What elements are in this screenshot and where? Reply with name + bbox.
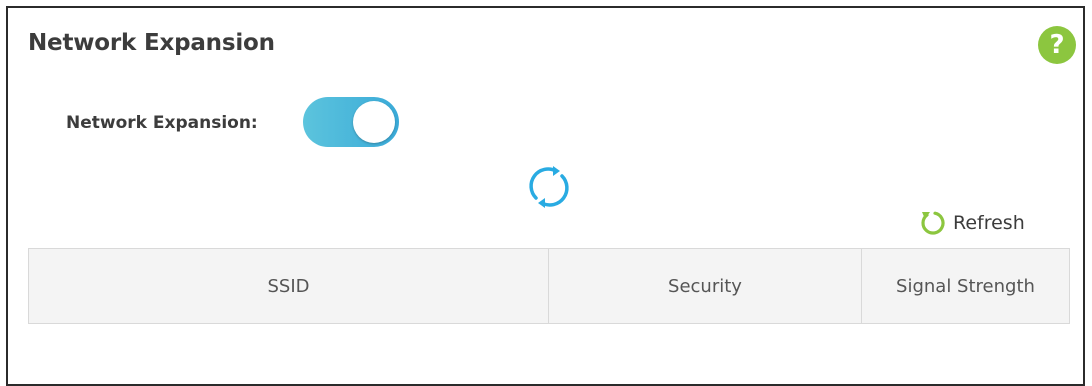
network-table-header: SSID Security Signal Strength — [28, 248, 1070, 324]
column-header-ssid[interactable]: SSID — [29, 249, 549, 323]
refresh-icon — [921, 211, 945, 235]
column-header-security[interactable]: Security — [549, 249, 862, 323]
question-mark-icon: ? — [1049, 30, 1065, 60]
network-expansion-panel: Network Expansion ? Network Expansion: R… — [6, 6, 1085, 386]
help-button[interactable]: ? — [1038, 26, 1076, 64]
page-title: Network Expansion — [28, 30, 275, 56]
column-header-signal-strength[interactable]: Signal Strength — [862, 249, 1069, 323]
refresh-label: Refresh — [953, 212, 1025, 234]
loading-spinner-icon — [529, 166, 569, 208]
network-expansion-toggle[interactable] — [303, 97, 399, 147]
refresh-button[interactable]: Refresh — [919, 208, 1025, 238]
network-expansion-label: Network Expansion: — [66, 113, 258, 133]
toggle-knob — [353, 101, 395, 143]
